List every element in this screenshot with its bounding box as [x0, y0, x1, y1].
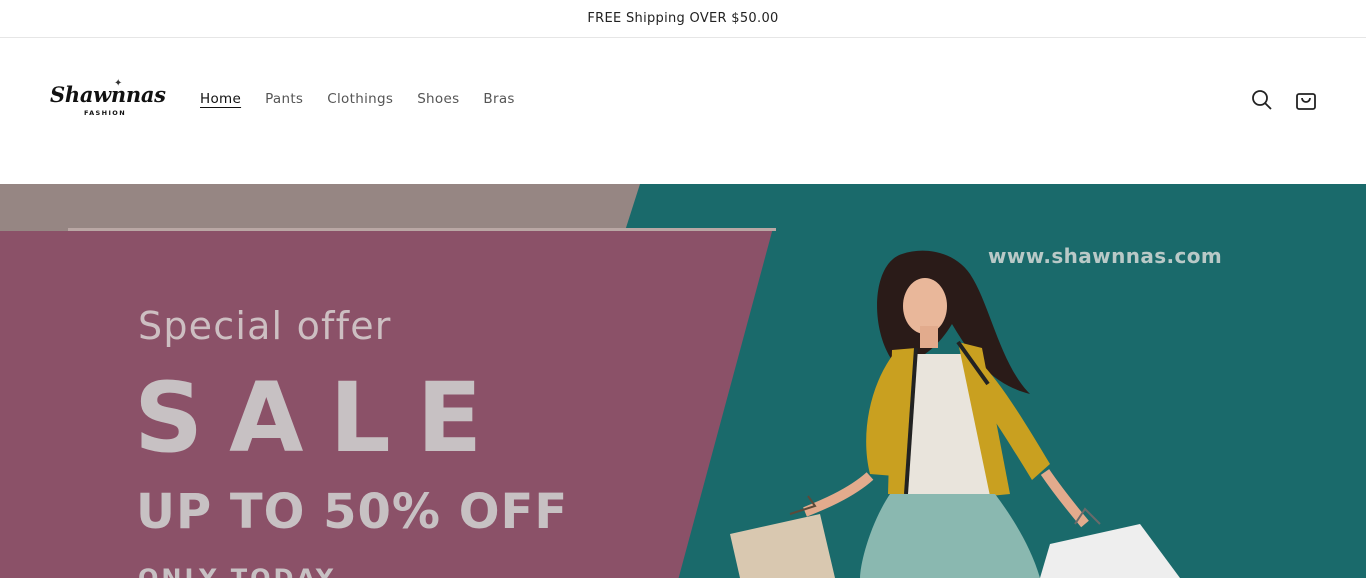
cart-icon[interactable]: [1294, 88, 1318, 112]
brand-name: Shawnnas: [50, 82, 166, 107]
nav-item-bras[interactable]: Bras: [483, 91, 514, 107]
nav-item-clothings[interactable]: Clothings: [327, 91, 393, 107]
nav-item-pants[interactable]: Pants: [265, 91, 303, 107]
hero-banner[interactable]: Special offer SALE UP TO 50% OFF ONLY TO…: [0, 184, 1366, 578]
brand-logo[interactable]: ✦ Shawnnas FASHION: [50, 78, 166, 122]
hero-tan-band: [0, 184, 640, 234]
brand-tagline: FASHION: [84, 109, 127, 117]
hero-only-today: ONLY TODAY: [138, 564, 337, 578]
nav-item-home[interactable]: Home: [200, 91, 241, 107]
announcement-bar: FREE Shipping OVER $50.00: [0, 0, 1366, 38]
main-nav: Home Pants Clothings Shoes Bras: [200, 91, 539, 107]
search-icon[interactable]: [1250, 88, 1274, 112]
hero-discount: UP TO 50% OFF: [136, 484, 569, 540]
nav-item-shoes[interactable]: Shoes: [417, 91, 459, 107]
announcement-text: FREE Shipping OVER $50.00: [587, 11, 779, 26]
hero-sale-title: SALE: [134, 362, 509, 474]
hero-special-offer: Special offer: [138, 304, 392, 348]
shopper-woman-image: [730, 250, 1180, 578]
hero-divider: [68, 228, 776, 231]
site-header: ✦ Shawnnas FASHION Home Pants Clothings …: [0, 38, 1366, 184]
